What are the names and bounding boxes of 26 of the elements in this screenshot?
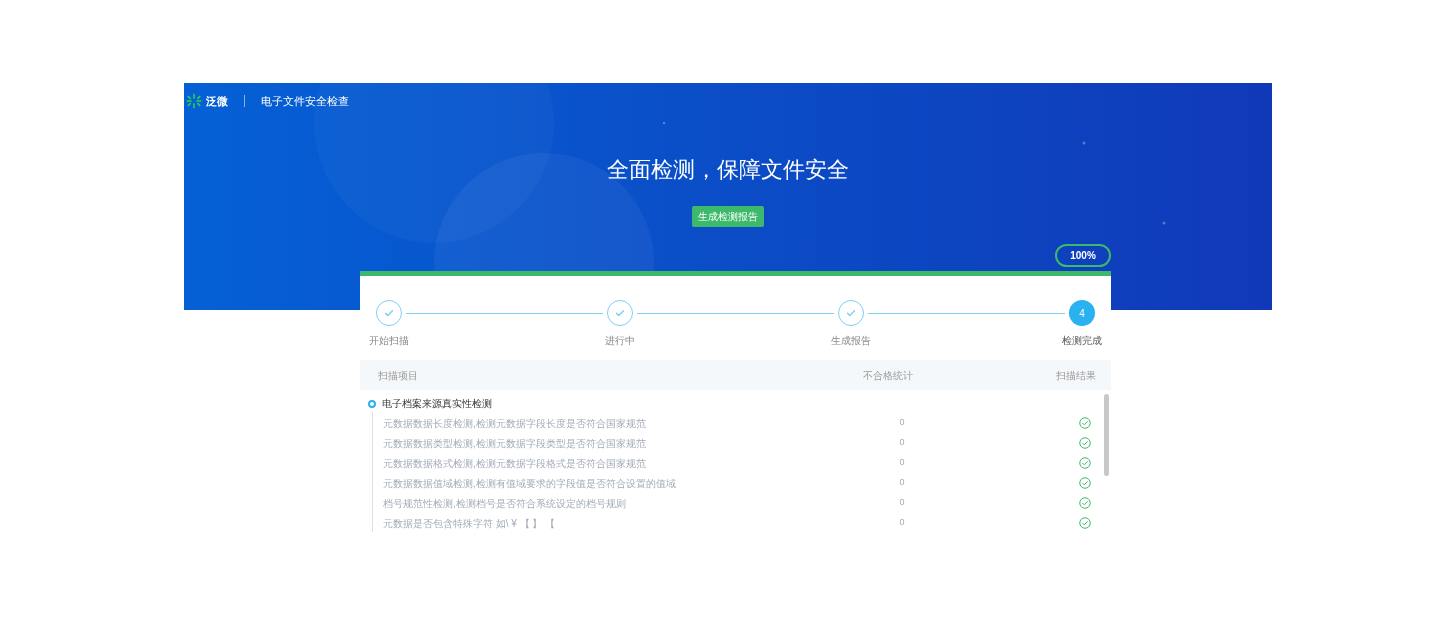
progress-badge: 100% bbox=[1055, 244, 1111, 267]
group-title: 电子档案来源真实性检测 bbox=[382, 397, 492, 411]
table-cell-text: 元数据是否包含特殊字符 如\ ¥ 【 】 【 bbox=[383, 516, 557, 531]
table-cell-text: 元数据数据值域检测,检测有值域要求的字段值是否符合设置的值域 bbox=[383, 476, 677, 491]
step-label: 开始扫描 bbox=[369, 334, 409, 348]
table-cell-text: 元数据数据长度检测,检测元数据字段长度是否符合国家规范 bbox=[383, 416, 647, 431]
table-cell-text: 0 bbox=[898, 436, 906, 450]
table-cell-text: 0 bbox=[898, 416, 906, 430]
table-cell-text: 0 bbox=[898, 516, 906, 530]
pinwheel-logo-icon bbox=[186, 93, 202, 109]
table-cell-text: 0 bbox=[898, 476, 906, 490]
app-title: 电子文件安全检查 bbox=[261, 93, 349, 109]
logo-text: 泛微 bbox=[206, 93, 228, 109]
table-cell-text: 0 bbox=[898, 496, 906, 510]
table-cell-text: 元数据数据类型检测,检测元数据字段类型是否符合国家规范 bbox=[383, 436, 647, 451]
hero-headline: 全面检测，保障文件安全 bbox=[607, 156, 849, 184]
step-label: 检测完成 bbox=[1062, 334, 1102, 348]
table-cell-text: 0 bbox=[898, 456, 906, 470]
generate-report-button[interactable]: 生成检测报告 bbox=[692, 206, 764, 227]
table-cell-text: 元数据数据格式检测,检测元数据字段格式是否符合国家规范 bbox=[383, 456, 647, 471]
column-header: 不合格统计 bbox=[862, 368, 914, 383]
column-header: 扫描结果 bbox=[1056, 368, 1096, 383]
column-header: 扫描项目 bbox=[378, 368, 419, 383]
step-label: 生成报告 bbox=[831, 334, 871, 348]
table-cell-text: 档号规范性检测,检测档号是否符合系统设定的档号规则 bbox=[383, 496, 627, 511]
step-label: 进行中 bbox=[605, 334, 635, 348]
